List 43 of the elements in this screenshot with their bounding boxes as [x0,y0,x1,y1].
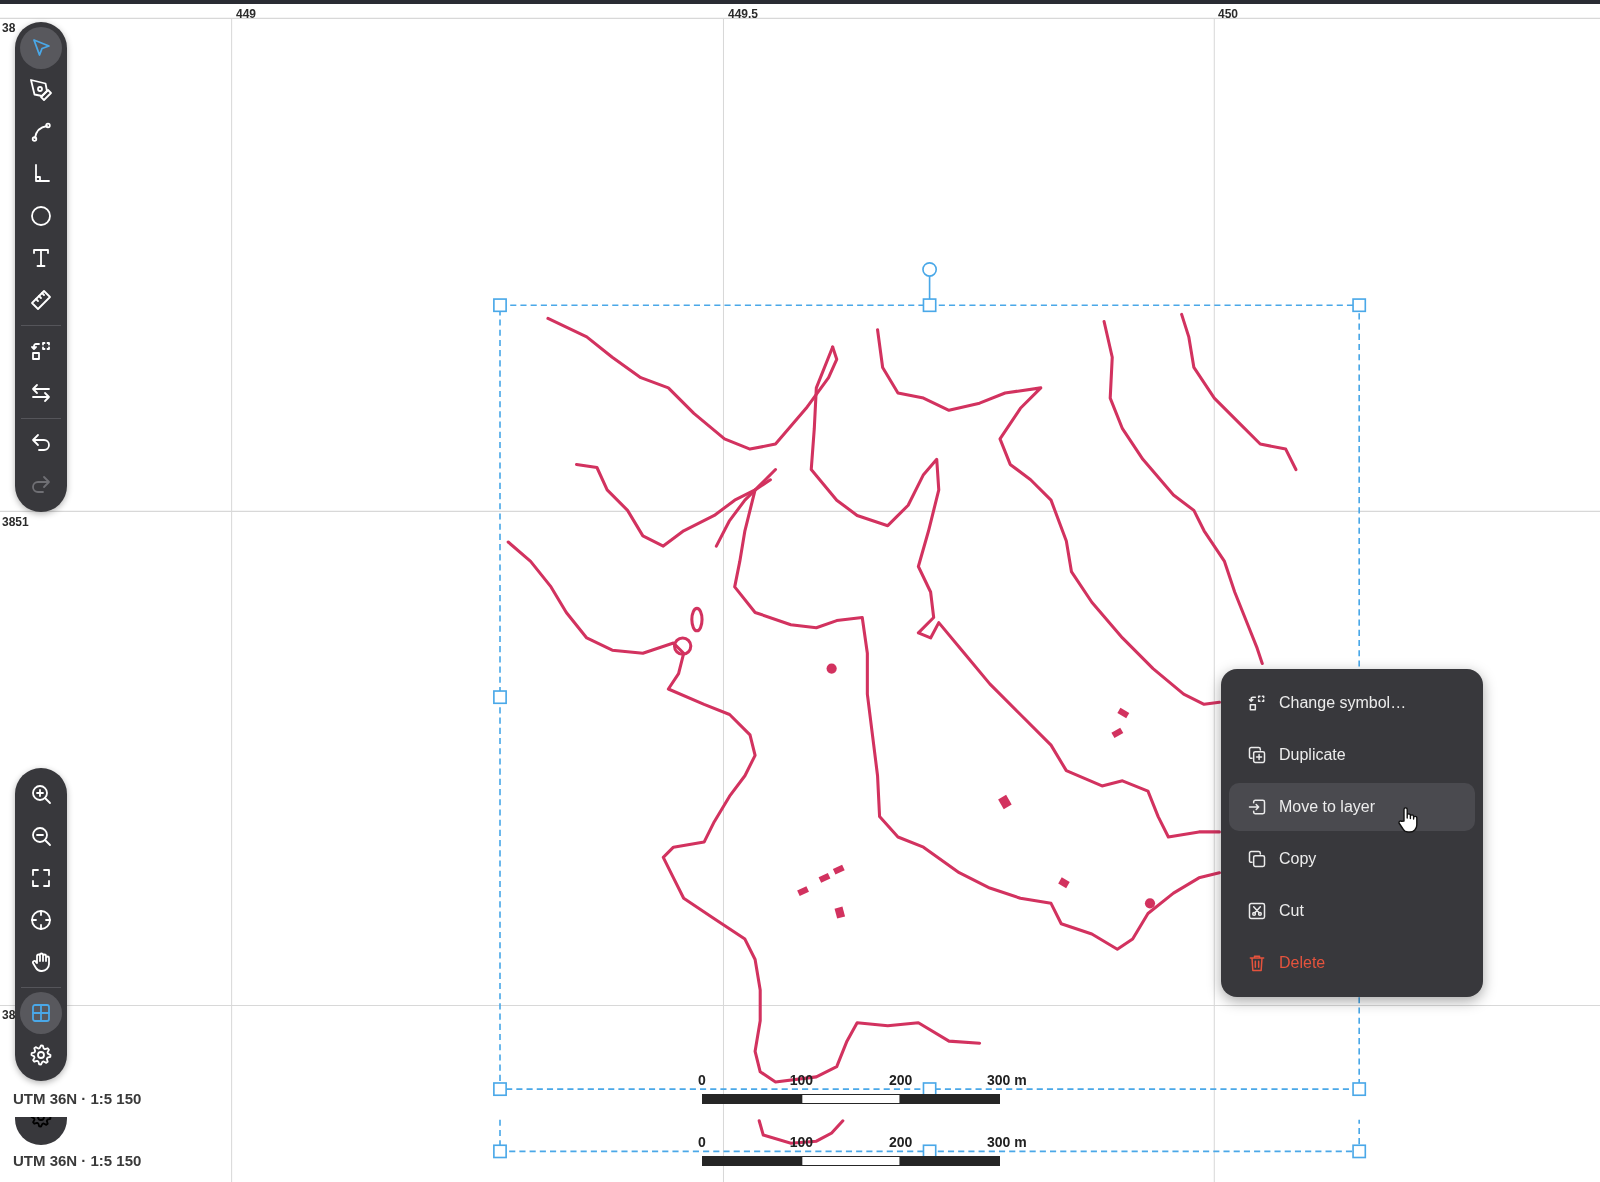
scale-label: 0 [698,1134,706,1150]
curve-icon [29,120,53,144]
hand-cursor-icon [1396,806,1420,834]
swap-arrows-icon [29,381,53,405]
axis-label: 3851 [2,514,29,530]
selection-box[interactable] [493,1118,1367,1159]
axis-label: 449.5 [728,6,759,22]
axis-label: 449 [236,6,257,22]
menu-item[interactable]: Copy [1229,835,1475,883]
settings-icon [29,1117,53,1129]
menu-item[interactable]: Cut [1229,887,1475,935]
move-to-layer-icon [1247,797,1267,817]
settings-icon [29,1043,53,1067]
zoom-out-icon [29,824,53,848]
menu-item[interactable]: Duplicate [1229,731,1475,779]
menu-item[interactable]: Move to layer [1229,783,1475,831]
scale-label: 200 [889,1134,913,1150]
change-symbol-icon [1247,693,1267,713]
scale-label: 0 [698,1072,706,1088]
circle-icon [29,204,53,228]
trash-icon [1247,953,1267,973]
copy-icon [1247,849,1267,869]
crosshair-icon [29,908,53,932]
scale-label: 300 m [987,1072,1027,1088]
duplicate-icon [1247,745,1267,765]
fit-frame-icon [29,866,53,890]
axis-label: 450 [1218,6,1239,22]
projection-scale-text: UTM 36N · 1:5 150 [13,1090,142,1108]
ruler-icon [29,288,53,312]
zoom-in-icon [29,782,53,806]
projection-scale-text: UTM 36N · 1:5 150 [13,1152,142,1170]
pen-nib-icon [29,78,53,102]
scale-label: 300 m [987,1134,1027,1150]
change-symbol-icon [29,339,53,363]
hand-icon [29,950,53,974]
contour-loop [672,636,693,656]
axis-label: 38 [2,20,16,36]
grid-icon [29,1001,53,1025]
axis-label: 38 [2,1007,16,1023]
menu-item[interactable]: Change symbol… [1229,679,1475,727]
cut-icon [1247,901,1267,921]
contour-loop [690,606,704,633]
scale-label: 200 [889,1072,913,1088]
